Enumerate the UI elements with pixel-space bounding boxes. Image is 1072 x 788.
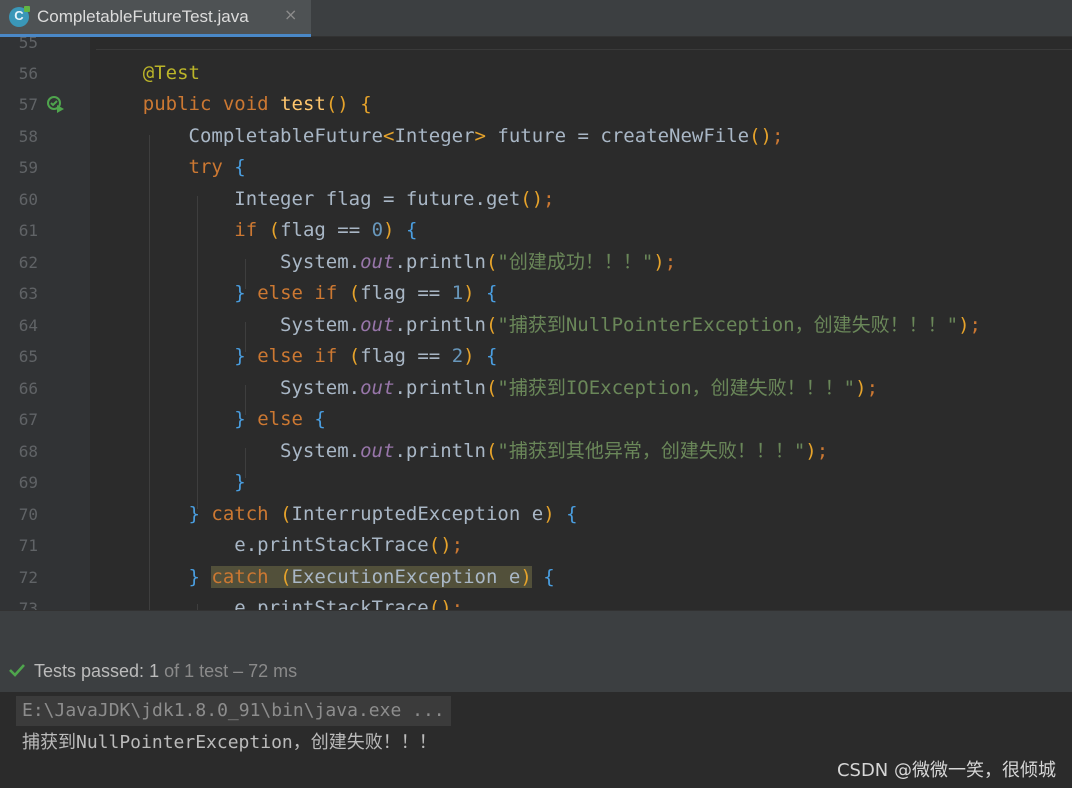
line-number: 59 — [18, 158, 38, 177]
line-number: 65 — [18, 347, 38, 366]
tab-completablefuturetest[interactable]: C CompletableFutureTest.java × — [0, 0, 311, 37]
line-number: 61 — [18, 221, 38, 240]
code-line-66: System.out.println("捕获到IOException，创建失败！… — [280, 377, 879, 399]
line-number: 66 — [18, 379, 38, 398]
code-line-70: } catch (InterruptedException e) { — [188, 503, 578, 525]
code-line-56: @Test — [142, 62, 200, 84]
line-number: 55 — [18, 37, 38, 52]
line-number: 58 — [18, 127, 38, 146]
line-number: 56 — [18, 64, 38, 83]
java-class-icon: C — [9, 6, 30, 27]
code-line-72: } catch (ExecutionException e) { — [188, 566, 555, 588]
console-command-line[interactable]: E:\JavaJDK\jdk1.8.0_91\bin\java.exe ... — [16, 696, 451, 726]
line-number: 73 — [18, 599, 38, 610]
code-line-63: } else if (flag == 1) { — [234, 282, 498, 304]
code-line-68: System.out.println("捕获到其他异常，创建失败！！！"); — [280, 440, 829, 462]
code-line-60: Integer flag = future.get(); — [234, 188, 555, 210]
line-number: 69 — [18, 473, 38, 492]
tab-title: CompletableFutureTest.java — [37, 7, 249, 26]
code-line-64: System.out.println("捕获到NullPointerExcept… — [280, 314, 981, 336]
check-icon — [9, 664, 25, 677]
line-number: 64 — [18, 316, 38, 335]
close-icon[interactable]: × — [284, 5, 297, 24]
code-line-69: } — [234, 471, 246, 493]
code-line-58: CompletableFuture<Integer> future = crea… — [188, 125, 784, 147]
test-status-text: Tests passed: 1 of 1 test – 72 ms — [34, 661, 298, 681]
code-line-57: public void test() { — [142, 93, 372, 115]
code-line-62: System.out.println("创建成功！！！"); — [280, 251, 677, 273]
code-line-61: if (flag == 0) { — [234, 219, 418, 241]
code-line-67: } else { — [234, 408, 326, 430]
line-number: 62 — [18, 253, 38, 272]
line-number: 68 — [18, 442, 38, 461]
line-number: 71 — [18, 536, 38, 555]
code-line-65: } else if (flag == 2) { — [234, 345, 498, 367]
line-number: 70 — [18, 505, 38, 524]
line-number: 60 — [18, 190, 38, 209]
code-line-59: try { — [188, 156, 246, 178]
panel-divider[interactable] — [0, 610, 1072, 651]
watermark: CSDN @微微一笑，很倾城 — [836, 760, 1056, 781]
line-number: 72 — [18, 568, 38, 587]
code-editor[interactable]: 55 56 @Test 57 public void test() { 58 C… — [0, 37, 1072, 610]
editor-tab-bar: C CompletableFutureTest.java × — [0, 0, 1072, 37]
code-line-71: e.printStackTrace(); — [234, 534, 464, 556]
line-number: 57 — [18, 95, 38, 114]
line-number: 63 — [18, 284, 38, 303]
line-number: 67 — [18, 410, 38, 429]
console-output: 捕获到NullPointerException，创建失败！！！ — [22, 732, 437, 753]
code-line-73: e.printStackTrace(); — [234, 597, 464, 610]
